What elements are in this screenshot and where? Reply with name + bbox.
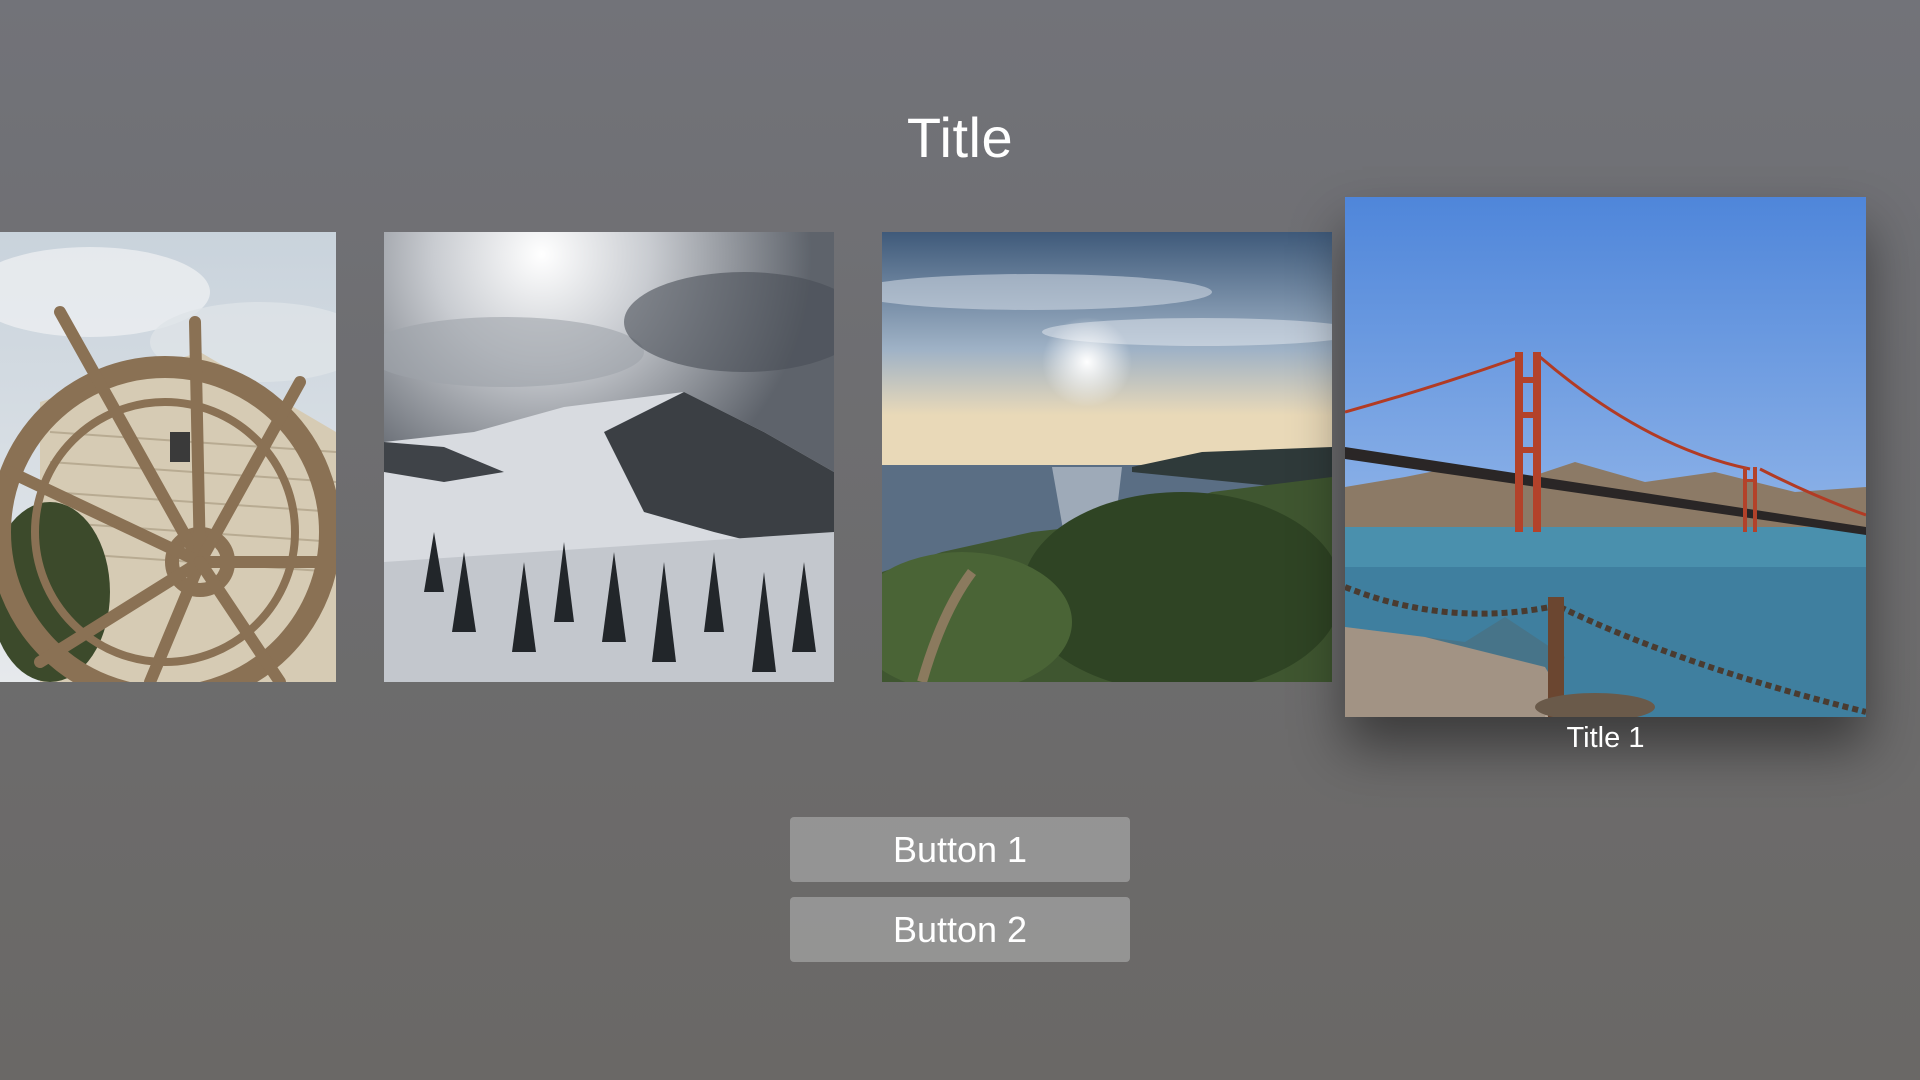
water-wheel-photo: [0, 232, 336, 682]
coastal-sunset-photo: [882, 232, 1332, 682]
button-1[interactable]: Button 1: [790, 817, 1130, 882]
carousel-item-water-wheel[interactable]: [0, 232, 336, 682]
snowy-mountain-photo: [384, 232, 834, 682]
carousel-item-snowy-mountain[interactable]: [384, 232, 834, 682]
page-title: Title: [906, 106, 1014, 169]
carousel-item-coastal-sunset[interactable]: [882, 232, 1332, 682]
carousel-item-golden-gate-bridge[interactable]: [1345, 197, 1866, 717]
golden-gate-bridge-photo: [1345, 197, 1866, 717]
button-2[interactable]: Button 2: [790, 897, 1130, 962]
carousel-item-caption: Title 1: [1566, 722, 1645, 754]
